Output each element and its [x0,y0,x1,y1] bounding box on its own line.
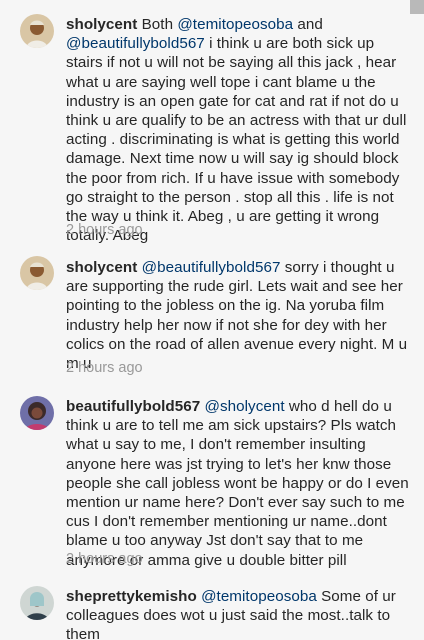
mention-link[interactable]: @temitopeosoba [201,588,317,605]
comment-thread: sholycent Both @temitopeosoba and @beaut… [0,0,424,640]
comment-username[interactable]: sheprettykemisho [66,588,197,605]
avatar-image [20,586,54,620]
comment-item: sheprettykemisho @temitopeosoba Some of … [0,0,424,640]
avatar-sheprettykemisho[interactable] [20,586,54,620]
comment-text: sheprettykemisho @temitopeosoba Some of … [66,587,410,640]
